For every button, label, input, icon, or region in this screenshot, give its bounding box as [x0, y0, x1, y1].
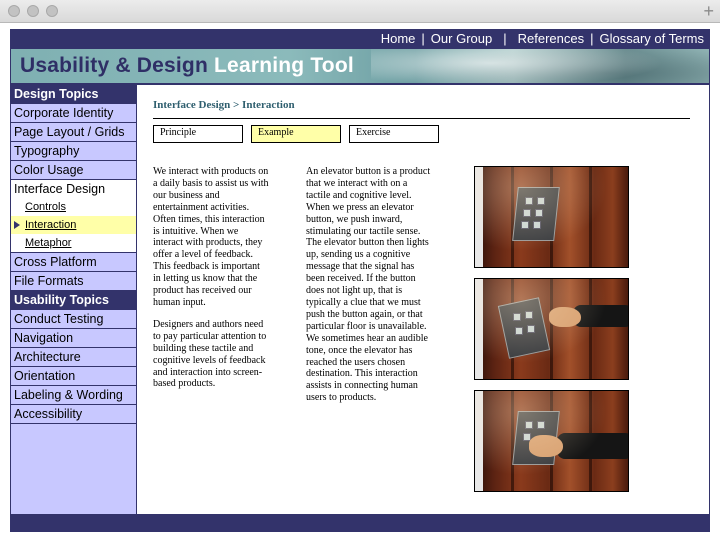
nav-glossary-link[interactable]: Glossary of Terms — [599, 31, 704, 47]
maximize-window-icon[interactable] — [46, 5, 58, 17]
photo-detail — [475, 279, 628, 379]
nav-separator: | — [590, 31, 594, 46]
sidebar-heading-design-topics: Design Topics — [11, 85, 136, 104]
sidebar-item-orientation[interactable]: Orientation — [11, 367, 136, 386]
tab-example[interactable]: Example — [251, 125, 341, 143]
sidebar-item-architecture[interactable]: Architecture — [11, 348, 136, 367]
browser-toolbar: + — [0, 0, 720, 23]
sidebar-heading-usability-topics: Usability Topics — [11, 291, 136, 310]
sidebar-item-file-formats[interactable]: File Formats — [11, 272, 136, 291]
paragraph: We interact with products on a daily bas… — [153, 166, 269, 308]
sidebar-item-accessibility[interactable]: Accessibility — [11, 405, 136, 424]
tab-exercise[interactable]: Exercise — [349, 125, 439, 143]
sidebar-subitem-metaphor[interactable]: Metaphor — [11, 234, 136, 253]
paragraph: An elevator button is a product that we … — [306, 166, 431, 404]
sidebar-item-color-usage[interactable]: Color Usage — [11, 161, 136, 180]
sidebar-item-page-layout[interactable]: Page Layout / Grids — [11, 123, 136, 142]
sidebar: Design Topics Corporate Identity Page La… — [11, 85, 136, 514]
close-window-icon[interactable] — [8, 5, 20, 17]
nav-references-link[interactable]: References — [518, 31, 584, 47]
nav-home-link[interactable]: Home — [381, 31, 416, 47]
sidebar-item-typography[interactable]: Typography — [11, 142, 136, 161]
sidebar-subitem-interaction[interactable]: Interaction — [11, 216, 136, 234]
new-tab-icon[interactable]: + — [703, 1, 714, 21]
nav-separator: | — [421, 31, 425, 46]
top-navigation: Home | Our Group | References | Glossary of Te… — [381, 31, 704, 47]
sidebar-subitem-label: Interaction — [25, 219, 77, 231]
sidebar-item-interface-design[interactable]: Interface Design — [11, 180, 136, 198]
photo-detail — [475, 391, 628, 491]
text-column-1: We interact with products on a daily bas… — [153, 166, 269, 400]
elevator-photo-2 — [474, 278, 629, 380]
photo-detail — [475, 167, 628, 267]
site-title-part2: Learning Tool — [214, 54, 354, 77]
nav-our-group-link[interactable]: Our Group — [431, 31, 492, 47]
site-title-part1: Usability & Design — [20, 54, 208, 77]
nav-separator: | — [503, 31, 507, 46]
site-title: Usability & Design Learning Tool — [20, 53, 354, 79]
elevator-photo-1 — [474, 166, 629, 268]
banner-hand-image — [371, 49, 709, 83]
page-frame: Home | Our Group | References | Glossary of Te… — [10, 29, 710, 532]
sidebar-item-cross-platform[interactable]: Cross Platform — [11, 253, 136, 272]
sidebar-item-corporate-identity[interactable]: Corporate Identity — [11, 104, 136, 123]
text-column-2: An elevator button is a product that we … — [306, 166, 432, 414]
minimize-window-icon[interactable] — [27, 5, 39, 17]
sidebar-subitem-controls[interactable]: Controls — [11, 198, 136, 216]
divider — [153, 118, 690, 119]
main-content: Interface Design > Interaction Principle… — [137, 85, 709, 514]
sidebar-item-navigation[interactable]: Navigation — [11, 329, 136, 348]
sidebar-item-labeling-wording[interactable]: Labeling & Wording — [11, 386, 136, 405]
paragraph: Designers and authors need to pay partic… — [153, 318, 267, 390]
sidebar-item-conduct-testing[interactable]: Conduct Testing — [11, 310, 136, 329]
current-item-arrow-icon — [14, 221, 20, 229]
tab-principle[interactable]: Principle — [153, 125, 243, 143]
site-banner: Usability & Design Learning Tool — [11, 49, 709, 83]
elevator-photo-3 — [474, 390, 629, 492]
breadcrumb: Interface Design > Interaction — [153, 99, 295, 111]
